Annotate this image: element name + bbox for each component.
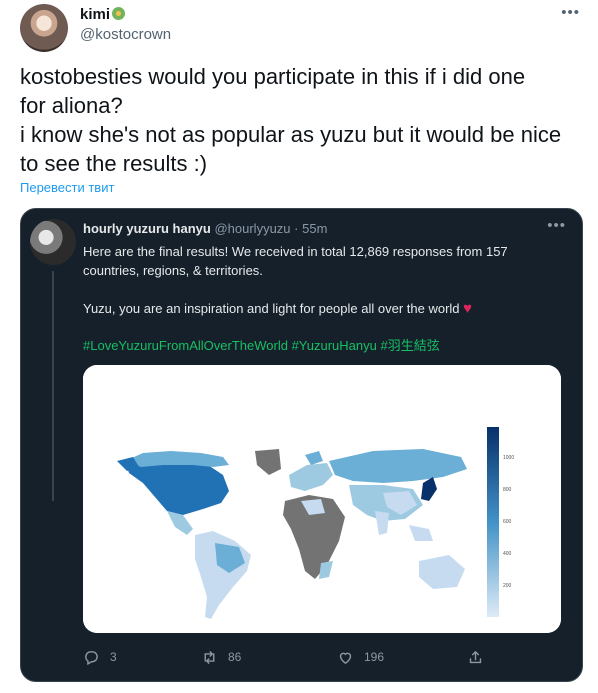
quoted-text: Here are the final results! We received …	[83, 242, 563, 318]
legend-tick: 800	[503, 487, 512, 493]
legend-tick: 400	[503, 551, 512, 557]
legend-tick: 1000	[503, 455, 514, 461]
quoted-more-icon[interactable]: •••	[547, 217, 566, 234]
retweet-icon	[204, 650, 215, 664]
legend-tick: 600	[503, 519, 512, 525]
reply-icon	[85, 650, 98, 665]
action-bar: 3 86 196	[83, 647, 503, 667]
quoted-text-line: countries, regions, & territories.	[83, 263, 263, 278]
more-options-icon[interactable]: •••	[561, 4, 580, 21]
author-name[interactable]: kimi	[80, 6, 126, 23]
quoted-author-name[interactable]: hourly yuzuru hanyu	[83, 221, 211, 236]
world-map: 1000 800 600 400 200	[83, 365, 561, 633]
quoted-author[interactable]: hourly yuzuru hanyu @hourlyyuzu · 55m	[83, 221, 327, 236]
quoted-text-line: Here are the final results! We received …	[83, 244, 508, 259]
color-legend-bar	[487, 427, 499, 617]
world-map-image[interactable]: 1000 800 600 400 200	[83, 365, 561, 633]
quoted-author-handle[interactable]: @hourlyyuzu	[214, 221, 290, 236]
heart-icon	[339, 652, 352, 664]
tweet-text-line: for aliona?	[20, 93, 123, 118]
share-icon	[469, 650, 482, 663]
share-button[interactable]	[467, 647, 484, 667]
quoted-text-line3: Yuzu, you are an inspiration and light f…	[83, 301, 460, 316]
tweet-text-line: kostobesties would you participate in th…	[20, 64, 526, 89]
hashtags[interactable]: #LoveYuzuruFromAllOverTheWorld #YuzuruHa…	[83, 335, 440, 354]
retweet-count: 86	[228, 650, 242, 664]
thread-line	[52, 271, 54, 501]
author-handle[interactable]: @kostocrown	[80, 26, 171, 43]
author-name-text[interactable]: kimi	[80, 6, 110, 23]
tweet-text: kostobesties would you participate in th…	[20, 62, 580, 178]
translate-link[interactable]: Перевести твит	[20, 180, 114, 195]
tweet-header: kimi @kostocrown •••	[20, 4, 580, 52]
legend-tick: 200	[503, 583, 512, 589]
quoted-text-line: Yuzu, you are an inspiration and light f…	[83, 299, 563, 318]
quoted-avatar[interactable]	[30, 219, 76, 265]
badge-icon	[112, 7, 126, 20]
quoted-tweet[interactable]: hourly yuzuru hanyu @hourlyyuzu · 55m ••…	[20, 208, 583, 682]
retweet-button[interactable]: 86	[201, 647, 241, 667]
hashtags-text[interactable]: #LoveYuzuruFromAllOverTheWorld #YuzuruHa…	[83, 338, 440, 353]
quoted-time[interactable]: 55m	[302, 221, 327, 236]
like-count: 196	[364, 650, 385, 664]
reply-count: 3	[110, 650, 117, 664]
separator: ·	[290, 221, 303, 236]
tweet-text-line: to see the results :)	[20, 151, 208, 176]
tweet-text-line: i know she's not as popular as yuzu but …	[20, 122, 562, 147]
heart-emoji: ♥	[463, 300, 473, 317]
avatar[interactable]	[20, 4, 68, 52]
reply-button[interactable]: 3	[83, 647, 117, 667]
like-button[interactable]: 196	[337, 647, 384, 667]
